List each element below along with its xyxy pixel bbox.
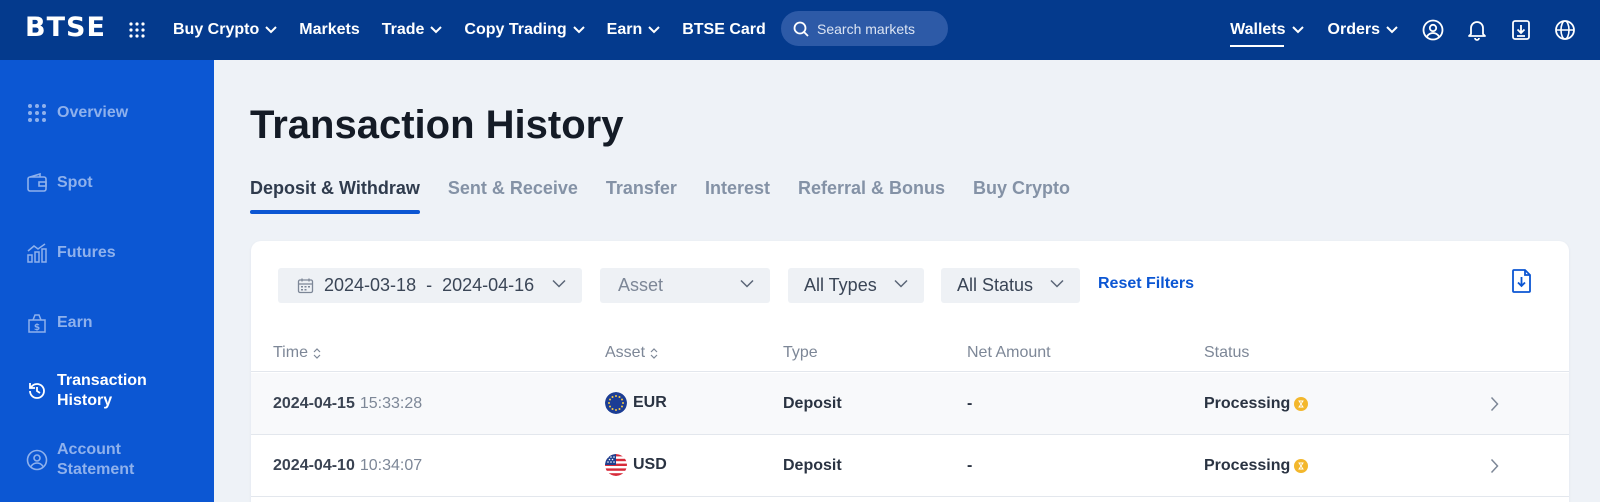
account-icon: [26, 449, 48, 471]
chevron-down-icon: [572, 26, 585, 34]
search-input[interactable]: [817, 20, 937, 37]
us-flag-icon: [605, 454, 627, 476]
table-header: Time Asset Type Net Amount Status: [251, 337, 1569, 372]
chevron-down-icon: [648, 26, 660, 34]
cell-net-amount: -: [967, 457, 973, 474]
export-download-icon[interactable]: [1510, 268, 1534, 294]
chevron-right-icon[interactable]: [1490, 396, 1499, 412]
chevron-down-icon: [265, 26, 277, 34]
tab-referral-bonus[interactable]: Referral & Bonus: [798, 178, 945, 216]
reset-filters-link[interactable]: Reset Filters: [1098, 275, 1194, 293]
date-range-filter[interactable]: 2024-03-18 - 2024-04-16: [278, 268, 582, 303]
cell-asset: EUR: [605, 392, 667, 414]
column-header-asset[interactable]: Asset: [605, 344, 658, 362]
account-button[interactable]: [1422, 19, 1444, 41]
transaction-tabs: Deposit & Withdraw Sent & Receive Transf…: [250, 178, 1098, 216]
globe-icon: [1555, 20, 1575, 40]
nav-earn[interactable]: Earn: [607, 21, 661, 39]
sort-icon: [313, 347, 321, 359]
column-header-time[interactable]: Time: [273, 344, 321, 362]
grid-icon: [28, 104, 46, 122]
main-nav: Buy Crypto Markets Trade Copy Trading Ea…: [173, 0, 788, 60]
date-start: 2024-03-18: [324, 275, 417, 295]
active-underline: [1230, 45, 1285, 47]
chevron-down-icon: [1386, 26, 1398, 34]
cell-time: 2024-04-15 15:33:28: [273, 395, 423, 412]
nav-btse-card[interactable]: BTSE Card: [682, 21, 766, 39]
date-separator: -: [426, 275, 433, 295]
sort-icon: [650, 347, 658, 359]
download-app-icon: [1512, 20, 1530, 40]
type-filter[interactable]: All Types: [788, 268, 924, 303]
cell-asset: USD: [605, 454, 667, 476]
sidebar-item-earn[interactable]: $ Earn: [26, 312, 93, 334]
column-header-type: Type: [783, 344, 818, 361]
bell-icon: [1468, 21, 1486, 41]
cell-type: Deposit: [783, 457, 842, 474]
asset-filter[interactable]: Asset: [600, 268, 770, 303]
cell-net-amount: -: [967, 395, 973, 412]
chart-icon: [27, 243, 47, 263]
sidebar-item-futures[interactable]: Futures: [26, 242, 116, 264]
chevron-down-icon: [1291, 26, 1304, 34]
sidebar-item-overview[interactable]: Overview: [26, 102, 128, 124]
download-app-button[interactable]: [1510, 19, 1532, 41]
table-row[interactable]: 2024-04-10 10:34:07 USD Deposit - Proces…: [251, 435, 1569, 497]
status-text: Processing: [1204, 457, 1291, 474]
table-row[interactable]: 2024-04-15 15:33:28 EUR Deposit - Proces…: [251, 373, 1569, 435]
nav-trade[interactable]: Trade: [382, 21, 443, 39]
cell-status: Processing: [1204, 395, 1309, 413]
svg-text:$: $: [34, 323, 40, 333]
wallet-icon: [27, 172, 47, 192]
calendar-icon: [297, 278, 314, 294]
sidebar-item-spot[interactable]: Spot: [26, 172, 93, 194]
chevron-right-icon[interactable]: [1490, 458, 1499, 474]
processing-status-icon: [1294, 397, 1309, 411]
transactions-card: 2024-03-18 - 2024-04-16 Asset All Types …: [251, 241, 1569, 502]
tab-interest[interactable]: Interest: [705, 178, 770, 216]
chevron-down-icon: [430, 26, 443, 34]
column-header-status: Status: [1204, 344, 1250, 361]
column-header-net-amount: Net Amount: [967, 344, 1051, 361]
tab-buy-crypto[interactable]: Buy Crypto: [973, 178, 1070, 216]
chevron-down-icon: [894, 279, 908, 288]
tab-transfer[interactable]: Transfer: [606, 178, 677, 216]
notifications-button[interactable]: [1466, 19, 1488, 41]
sidebar-item-label: Account Statement: [57, 441, 135, 478]
sidebar-item-label: Transaction History: [57, 372, 147, 409]
sidebar: Overview Spot Futures $ Earn Transaction…: [0, 60, 214, 502]
eu-flag-icon: [605, 392, 627, 414]
status-text: Processing: [1204, 395, 1291, 412]
language-button[interactable]: [1554, 19, 1576, 41]
chevron-down-icon: [552, 279, 566, 288]
money-bag-icon: $: [28, 314, 46, 333]
btse-logo[interactable]: BTSE: [25, 12, 106, 43]
nav-buy-crypto[interactable]: Buy Crypto: [173, 21, 277, 39]
cell-time: 2024-04-10 10:34:07: [273, 457, 423, 474]
processing-status-icon: [1294, 459, 1309, 473]
account-icon: [1422, 19, 1444, 41]
tab-sent-receive[interactable]: Sent & Receive: [448, 178, 578, 216]
nav-orders[interactable]: Orders: [1328, 21, 1398, 39]
nav-wallets[interactable]: Wallets: [1230, 21, 1304, 47]
page-title: Transaction History: [250, 103, 624, 147]
nav-markets[interactable]: Markets: [299, 21, 359, 39]
date-end: 2024-04-16: [442, 275, 535, 295]
chevron-down-icon: [740, 279, 754, 288]
history-icon: [29, 383, 45, 399]
search-bar[interactable]: [781, 11, 948, 46]
search-icon: [793, 21, 809, 37]
apps-grid-icon[interactable]: [128, 21, 146, 39]
status-filter[interactable]: All Status: [941, 268, 1080, 303]
nav-right: Wallets Orders: [1230, 0, 1600, 60]
sidebar-item-account-statement[interactable]: Account Statement: [26, 440, 134, 480]
tab-deposit-withdraw[interactable]: Deposit & Withdraw: [250, 178, 420, 216]
cell-status: Processing: [1204, 457, 1309, 475]
nav-copy-trading[interactable]: Copy Trading: [464, 21, 585, 39]
sidebar-item-transaction-history[interactable]: Transaction History: [26, 371, 147, 411]
cell-type: Deposit: [783, 395, 842, 412]
top-navigation-bar: BTSE Buy Crypto Markets Trade Copy Tradi…: [0, 0, 1600, 60]
chevron-down-icon: [1050, 279, 1064, 288]
